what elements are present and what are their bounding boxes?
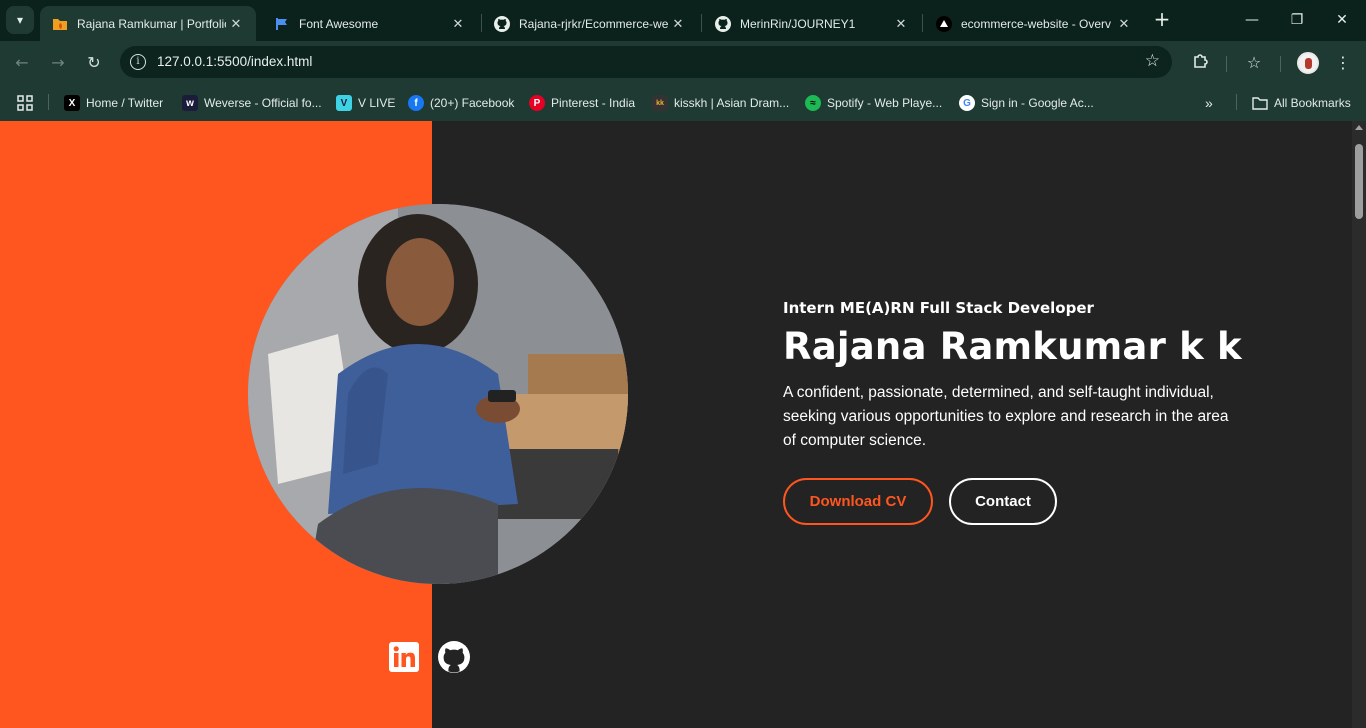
- weverse-icon: w: [182, 95, 198, 111]
- tab-title: ecommerce-website - Overv: [961, 16, 1112, 31]
- github-icon[interactable]: [438, 641, 470, 673]
- bookmark-twitter[interactable]: X Home / Twitter: [64, 93, 163, 113]
- tab-close-icon[interactable]: ✕: [891, 16, 911, 32]
- browser-chrome: ▾ Rajana Ramkumar | Portfolio ✕ Font Awe…: [0, 0, 1366, 121]
- flag-icon: [274, 16, 290, 32]
- tab-title: Font Awesome: [299, 16, 379, 31]
- all-bookmarks-label: All Bookmarks: [1274, 96, 1351, 110]
- bookmark-google[interactable]: G Sign in - Google Ac...: [959, 93, 1094, 113]
- site-info-icon[interactable]: i: [130, 54, 146, 70]
- bookmark-weverse[interactable]: w Weverse - Official fo...: [182, 93, 322, 113]
- toolbar-divider: [1280, 56, 1281, 72]
- back-button[interactable]: ←: [10, 51, 34, 75]
- download-cv-button[interactable]: Download CV: [783, 478, 933, 525]
- bookmark-label: Spotify - Web Playe...: [827, 96, 943, 110]
- all-bookmarks-button[interactable]: All Bookmarks: [1252, 93, 1351, 113]
- tab-close-icon[interactable]: ✕: [1114, 16, 1134, 32]
- bookmark-vlive[interactable]: V V LIVE: [336, 93, 395, 113]
- contact-button[interactable]: Contact: [949, 478, 1057, 525]
- vercel-icon: [936, 15, 952, 32]
- facebook-icon: f: [408, 95, 424, 111]
- tab-close-icon[interactable]: ✕: [448, 16, 468, 32]
- bookmark-label: Sign in - Google Ac...: [981, 96, 1094, 110]
- bookmark-label: kisskh | Asian Dram...: [674, 96, 790, 110]
- scrollbar-thumb[interactable]: [1355, 144, 1363, 219]
- spotify-icon: ≈: [805, 95, 821, 111]
- tab-ecommerce-repo[interactable]: Rajana-rjrkr/Ecommerce-wel ✕: [482, 6, 698, 41]
- linkedin-icon[interactable]: [388, 641, 420, 673]
- pinterest-icon: P: [529, 95, 545, 111]
- bookmark-kisskh[interactable]: kk kisskh | Asian Dram...: [652, 93, 789, 113]
- apps-grid-icon[interactable]: [17, 93, 33, 113]
- toolbar-divider: [1226, 56, 1227, 72]
- kisskh-icon: kk: [652, 95, 668, 111]
- folder-icon: [1252, 95, 1268, 111]
- portfolio-page: Intern ME(A)RN Full Stack Developer Raja…: [0, 121, 1352, 728]
- minimize-button[interactable]: —: [1230, 8, 1274, 32]
- tab-portfolio[interactable]: Rajana Ramkumar | Portfolio ✕: [40, 6, 256, 41]
- bookmark-pinterest[interactable]: P Pinterest - India: [529, 93, 635, 113]
- bookmark-label: Weverse - Official fo...: [204, 96, 322, 110]
- new-tab-button[interactable]: +: [1150, 8, 1174, 32]
- profile-avatar[interactable]: [1297, 52, 1319, 74]
- bookmark-facebook[interactable]: f (20+) Facebook: [408, 93, 514, 113]
- bookmark-label: (20+) Facebook: [430, 96, 515, 110]
- github-icon: [494, 15, 510, 32]
- vlive-icon: V: [336, 95, 352, 111]
- bookmark-divider: [1236, 94, 1237, 110]
- tab-journey-repo[interactable]: MerinRin/JOURNEY1 ✕: [703, 6, 921, 41]
- job-title: Intern ME(A)RN Full Stack Developer: [783, 299, 1094, 317]
- tab-title: MerinRin/JOURNEY1: [740, 16, 856, 31]
- bookmarks-manager-icon[interactable]: ☆: [1242, 51, 1266, 75]
- tab-close-icon[interactable]: ✕: [226, 16, 246, 32]
- page-title: Rajana Ramkumar k k: [783, 325, 1242, 368]
- bookmark-spotify[interactable]: ≈ Spotify - Web Playe...: [805, 93, 942, 113]
- tab-vercel[interactable]: ecommerce-website - Overv ✕: [924, 6, 1144, 41]
- tab-strip: ▾ Rajana Ramkumar | Portfolio ✕ Font Awe…: [0, 0, 1366, 41]
- bookmark-label: Pinterest - India: [551, 96, 636, 110]
- bookmark-label: Home / Twitter: [86, 96, 164, 110]
- bookmarks-overflow-icon[interactable]: »: [1205, 93, 1213, 113]
- forward-button[interactable]: →: [46, 51, 70, 75]
- google-icon: G: [959, 95, 975, 111]
- url-text[interactable]: 127.0.0.1:5500/index.html: [157, 54, 312, 69]
- reload-button[interactable]: ↻: [82, 51, 106, 75]
- bio-text: A confident, passionate, determined, and…: [783, 384, 1229, 449]
- bookmark-label: V LIVE: [358, 96, 396, 110]
- restore-button[interactable]: ❐: [1275, 8, 1319, 32]
- address-bar[interactable]: i 127.0.0.1:5500/index.html ☆: [120, 46, 1172, 78]
- x-icon: X: [64, 95, 80, 111]
- tab-divider: [922, 14, 923, 32]
- tab-title: Rajana Ramkumar | Portfolio: [77, 16, 226, 31]
- bookmarks-bar: X Home / Twitter w Weverse - Official fo…: [0, 85, 1366, 121]
- profile-photo: [248, 204, 628, 584]
- tab-title: Rajana-rjrkr/Ecommerce-wel: [519, 16, 668, 31]
- extensions-icon[interactable]: [1189, 51, 1213, 75]
- folder-flame-icon: [52, 16, 68, 32]
- tab-close-icon[interactable]: ✕: [668, 16, 688, 32]
- page-scrollbar[interactable]: [1352, 121, 1366, 728]
- github-icon: [715, 15, 731, 32]
- bookmark-divider: [48, 94, 49, 110]
- tab-font-awesome[interactable]: Font Awesome ✕: [262, 6, 478, 41]
- close-window-button[interactable]: ✕: [1320, 8, 1364, 32]
- menu-kebab-icon[interactable]: ⋮: [1331, 51, 1355, 75]
- scroll-up-arrow[interactable]: [1355, 125, 1363, 130]
- tab-divider: [701, 14, 702, 32]
- tab-search-button[interactable]: ▾: [6, 6, 34, 34]
- toolbar: ← → ↻ i 127.0.0.1:5500/index.html ☆ ☆ ⋮: [0, 41, 1366, 85]
- bookmark-star-icon[interactable]: ☆: [1145, 51, 1160, 71]
